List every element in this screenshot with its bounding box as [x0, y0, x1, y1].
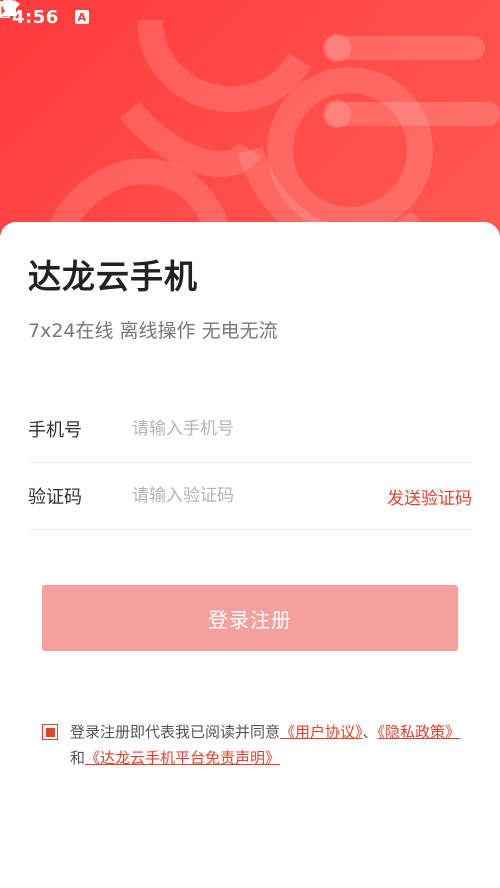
battery-icon: [0, 0, 10, 18]
agreement-prefix: 登录注册即代表我已阅读并同意: [70, 723, 281, 741]
phone-row: 手机号: [28, 396, 472, 463]
banner-decoration: [48, 19, 500, 255]
notification-app-icon: A: [74, 10, 89, 24]
phone-label: 手机号: [28, 420, 82, 441]
code-row: 验证码 发送验证码: [28, 463, 472, 530]
phone-input[interactable]: [132, 419, 472, 439]
privacy-policy-link[interactable]: 《隐私政策》: [378, 723, 461, 741]
status-bar: 4:56 A: [0, 0, 500, 34]
app-subtitle: 7x24在线 离线操作 无电无流: [28, 320, 278, 342]
disclaimer-link[interactable]: 《达龙云手机平台免责声明》: [85, 749, 280, 767]
header-banner: 4:56 A: [0, 0, 500, 260]
send-code-button[interactable]: 发送验证码: [387, 484, 472, 509]
code-input[interactable]: [132, 486, 387, 506]
login-card: 达龙云手机 7x24在线 离线操作 无电无流 手机号 验证码 发送验证码 登录注…: [0, 222, 500, 888]
code-label: 验证码: [28, 487, 82, 508]
agreement-and: 和: [70, 749, 86, 767]
agreement-text: 登录注册即代表我已阅读并同意《用户协议》、《隐私政策》和《达龙云手机平台免责声明…: [42, 719, 462, 771]
user-agreement-link[interactable]: 《用户协议》: [280, 723, 363, 741]
agreement: 登录注册即代表我已阅读并同意《用户协议》、《隐私政策》和《达龙云手机平台免责声明…: [42, 719, 462, 771]
agreement-separator: 、: [362, 723, 378, 741]
checkbox-checked-icon: [45, 727, 55, 737]
app-title: 达龙云手机: [28, 257, 198, 296]
agreement-checkbox[interactable]: [42, 724, 58, 740]
login-register-button[interactable]: 登录注册: [42, 585, 458, 651]
